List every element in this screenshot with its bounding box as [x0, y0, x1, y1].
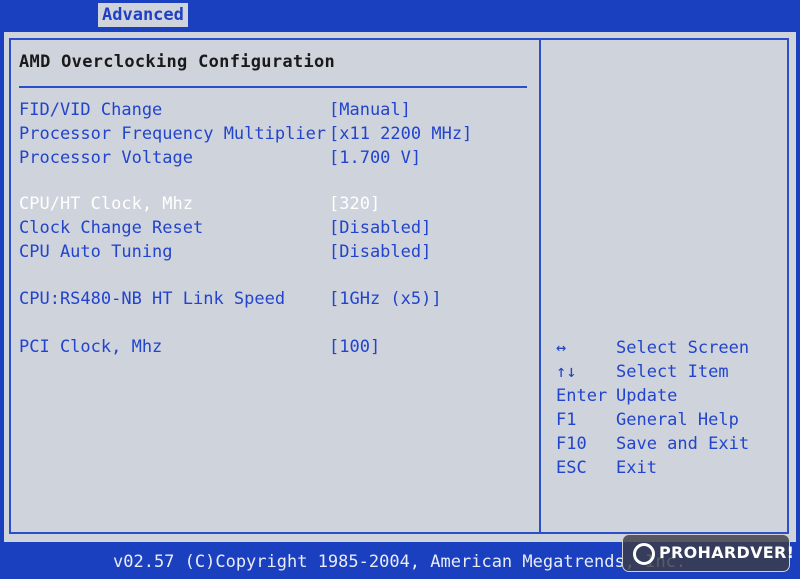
help-key: F1: [556, 410, 577, 430]
title-underline: [19, 86, 527, 88]
menu-bar: Advanced: [0, 0, 800, 30]
page-title: AMD Overclocking Configuration: [19, 52, 336, 72]
copyright-text: v02.57 (C)Copyright 1985-2004, American …: [113, 552, 687, 572]
setting-value[interactable]: [x11 2200 MHz]: [329, 124, 472, 144]
setting-value[interactable]: [320]: [329, 194, 380, 214]
help-key: F10: [556, 434, 587, 454]
help-desc: Save and Exit: [616, 434, 750, 454]
setting-value[interactable]: [1GHz (x5)]: [329, 289, 442, 309]
setting-label: CPU Auto Tuning: [19, 242, 173, 262]
help-desc: Update: [616, 386, 678, 406]
setting-value[interactable]: [Manual]: [329, 100, 411, 120]
help-desc: General Help: [616, 410, 739, 430]
panel-divider: [539, 38, 541, 534]
setting-label: FID/VID Change: [19, 100, 163, 120]
setting-value[interactable]: [1.700 V]: [329, 148, 421, 168]
setting-value[interactable]: [Disabled]: [329, 242, 431, 262]
setting-label: Processor Frequency Multiplier: [19, 124, 327, 144]
tab-advanced[interactable]: Advanced: [98, 3, 188, 27]
up-down-arrow-icon: ↑↓: [556, 362, 577, 382]
watermark-logo: PROHARDVER!: [622, 534, 794, 572]
help-desc: Exit: [616, 458, 657, 478]
setting-label: CPU/HT Clock, Mhz: [19, 194, 193, 214]
setting-value[interactable]: [Disabled]: [329, 218, 431, 238]
setting-label: Processor Voltage: [19, 148, 193, 168]
left-right-arrow-icon: ↔: [556, 338, 567, 358]
logo-circle-icon: [633, 543, 655, 565]
help-key: ESC: [556, 458, 587, 478]
help-desc: Select Screen: [616, 338, 750, 358]
setting-label: PCI Clock, Mhz: [19, 337, 163, 357]
setting-value[interactable]: [100]: [329, 337, 380, 357]
setting-label: CPU:RS480-NB HT Link Speed: [19, 289, 286, 309]
settings-panel: AMD Overclocking Configuration FID/VID C…: [4, 32, 796, 542]
watermark-text: PROHARDVER!: [659, 543, 795, 562]
help-desc: Select Item: [616, 362, 729, 382]
setting-label: Clock Change Reset: [19, 218, 204, 238]
help-key: Enter: [556, 386, 608, 406]
